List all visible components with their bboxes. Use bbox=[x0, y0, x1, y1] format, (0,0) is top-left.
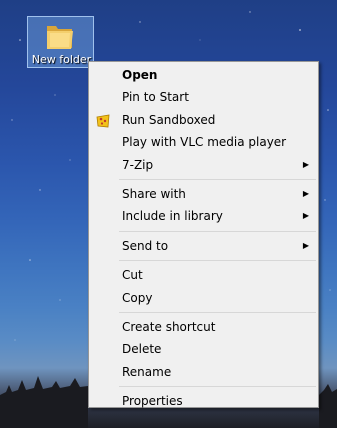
menu-item-open[interactable]: Open bbox=[89, 64, 318, 86]
menu-item-label: Properties bbox=[122, 394, 183, 409]
menu-item-label: Include in library bbox=[122, 209, 223, 224]
menu-item-pin-to-start[interactable]: Pin to Start bbox=[89, 86, 318, 108]
menu-separator bbox=[119, 386, 316, 388]
menu-item-cut[interactable]: Cut bbox=[89, 264, 318, 286]
menu-item-play-with-vlc-media-player[interactable]: Play with VLC media player bbox=[89, 131, 318, 153]
menu-item-share-with[interactable]: Share with ▶ bbox=[89, 183, 318, 205]
submenu-arrow-icon: ▶ bbox=[302, 240, 309, 250]
menu-item-label: Rename bbox=[122, 364, 172, 379]
menu-separator bbox=[119, 260, 316, 262]
menu-item-label: Pin to Start bbox=[122, 90, 189, 105]
menu-item-label: Open bbox=[122, 68, 158, 82]
menu-item-label: 7-Zip bbox=[122, 157, 154, 172]
menu-item-7-zip[interactable]: 7-Zip ▶ bbox=[89, 154, 318, 176]
menu-item-copy[interactable]: Copy bbox=[89, 287, 318, 309]
menu-separator bbox=[119, 230, 316, 232]
menu-item-label: Share with bbox=[122, 186, 186, 201]
sandboxie-icon bbox=[96, 114, 110, 128]
menu-item-label: Play with VLC media player bbox=[122, 135, 287, 150]
menu-item-label: Copy bbox=[122, 290, 153, 305]
desktop-icon-label: New folder bbox=[31, 53, 92, 66]
menu-item-delete[interactable]: Delete bbox=[89, 338, 318, 360]
menu-item-properties[interactable]: Properties bbox=[89, 390, 318, 412]
desktop-folder-new-folder[interactable]: New folder bbox=[27, 16, 94, 68]
menu-item-label: Run Sandboxed bbox=[122, 112, 216, 127]
menu-item-rename[interactable]: Rename bbox=[89, 361, 318, 383]
submenu-arrow-icon: ▶ bbox=[302, 159, 309, 169]
menu-item-send-to[interactable]: Send to ▶ bbox=[89, 235, 318, 257]
context-menu: Open Pin to Start Run Sandboxed Play with V… bbox=[88, 61, 319, 408]
menu-item-include-in-library[interactable]: Include in library ▶ bbox=[89, 205, 318, 227]
menu-item-label: Delete bbox=[122, 342, 162, 357]
menu-item-create-shortcut[interactable]: Create shortcut bbox=[89, 316, 318, 338]
menu-separator bbox=[119, 311, 316, 313]
folder-icon bbox=[47, 26, 73, 49]
menu-item-run-sandboxed[interactable]: Run Sandboxed bbox=[89, 109, 318, 131]
menu-item-label: Cut bbox=[122, 268, 143, 283]
menu-item-label: Send to bbox=[122, 238, 169, 253]
menu-separator bbox=[119, 178, 316, 180]
submenu-arrow-icon: ▶ bbox=[302, 188, 309, 198]
submenu-arrow-icon: ▶ bbox=[302, 211, 309, 221]
menu-item-label: Create shortcut bbox=[122, 319, 216, 334]
